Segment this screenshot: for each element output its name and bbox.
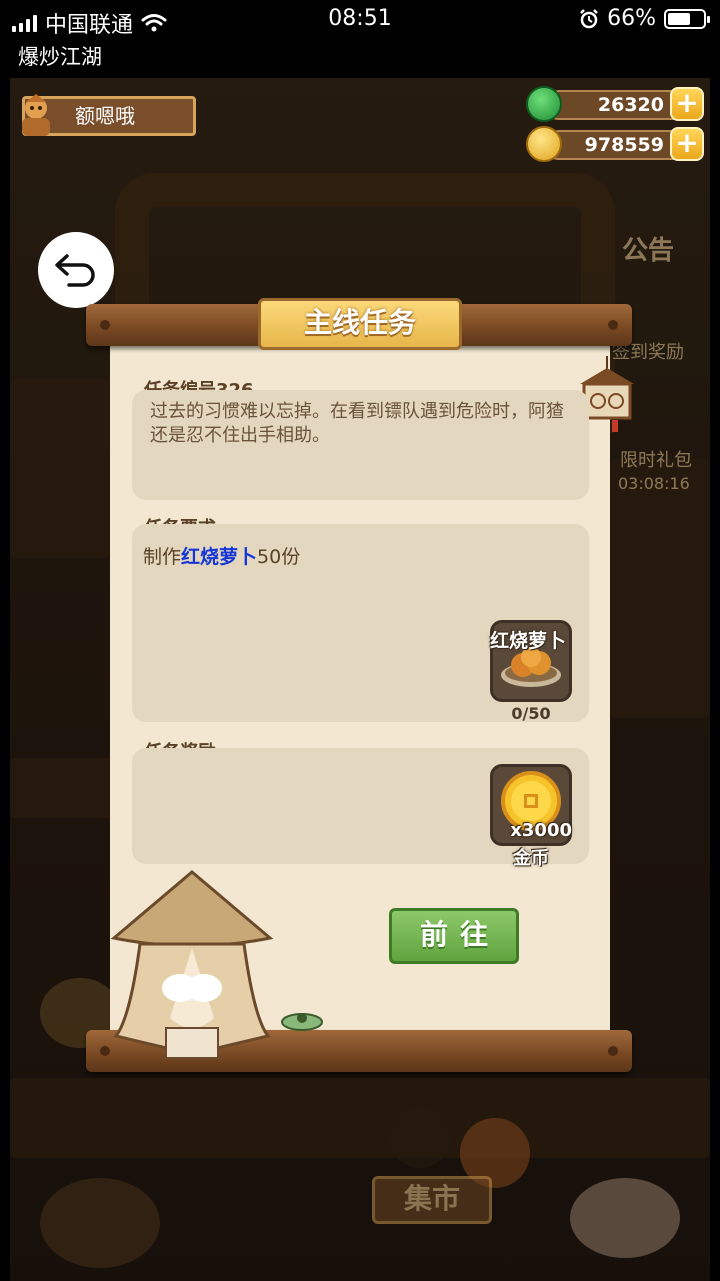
- required-item-progress: 0/50: [511, 704, 551, 723]
- reward-name: 金币: [513, 848, 549, 869]
- reward-amount: x3000: [510, 820, 572, 841]
- alarm-icon: [580, 8, 598, 28]
- app-title: 爆炒江湖: [0, 40, 720, 78]
- add-gems-button[interactable]: +: [670, 87, 704, 121]
- notice-button[interactable]: 公告: [622, 230, 674, 267]
- limited-gift-timer: 03:08:16: [618, 474, 690, 493]
- requirement-text: 制作红烧萝卜50份: [143, 546, 301, 568]
- required-item-name: 红烧萝卜: [490, 630, 567, 652]
- quest-description: 过去的习惯难以忘掉。在看到镖队遇到危险时，阿猹还是忍不住出手相助。: [150, 401, 564, 446]
- quest-title: 主线任务: [258, 298, 462, 350]
- status-bar: 中国联通 08:51 66%: [0, 0, 720, 40]
- player-avatar-icon: [22, 94, 50, 136]
- monk-character-icon: [110, 870, 274, 1059]
- player-info[interactable]: 额嗯哦: [14, 92, 196, 140]
- limited-gift-button[interactable]: 限时礼包: [620, 446, 692, 472]
- coin-counter: 978559 +: [526, 126, 704, 162]
- battery-icon: [664, 8, 710, 29]
- market-button[interactable]: 集市: [372, 1176, 492, 1224]
- go-button[interactable]: 前往: [389, 908, 519, 964]
- back-arrow-icon: [55, 254, 95, 287]
- gem-counter: 26320 +: [526, 86, 704, 122]
- coin-icon: [526, 126, 562, 162]
- green-gem-icon: [526, 86, 562, 122]
- add-coins-button[interactable]: +: [670, 127, 704, 161]
- back-button[interactable]: [38, 232, 114, 308]
- requirement-item-link[interactable]: 红烧萝卜: [181, 546, 257, 568]
- bell-icon: [281, 1013, 323, 1031]
- battery-percent: 66%: [607, 6, 656, 31]
